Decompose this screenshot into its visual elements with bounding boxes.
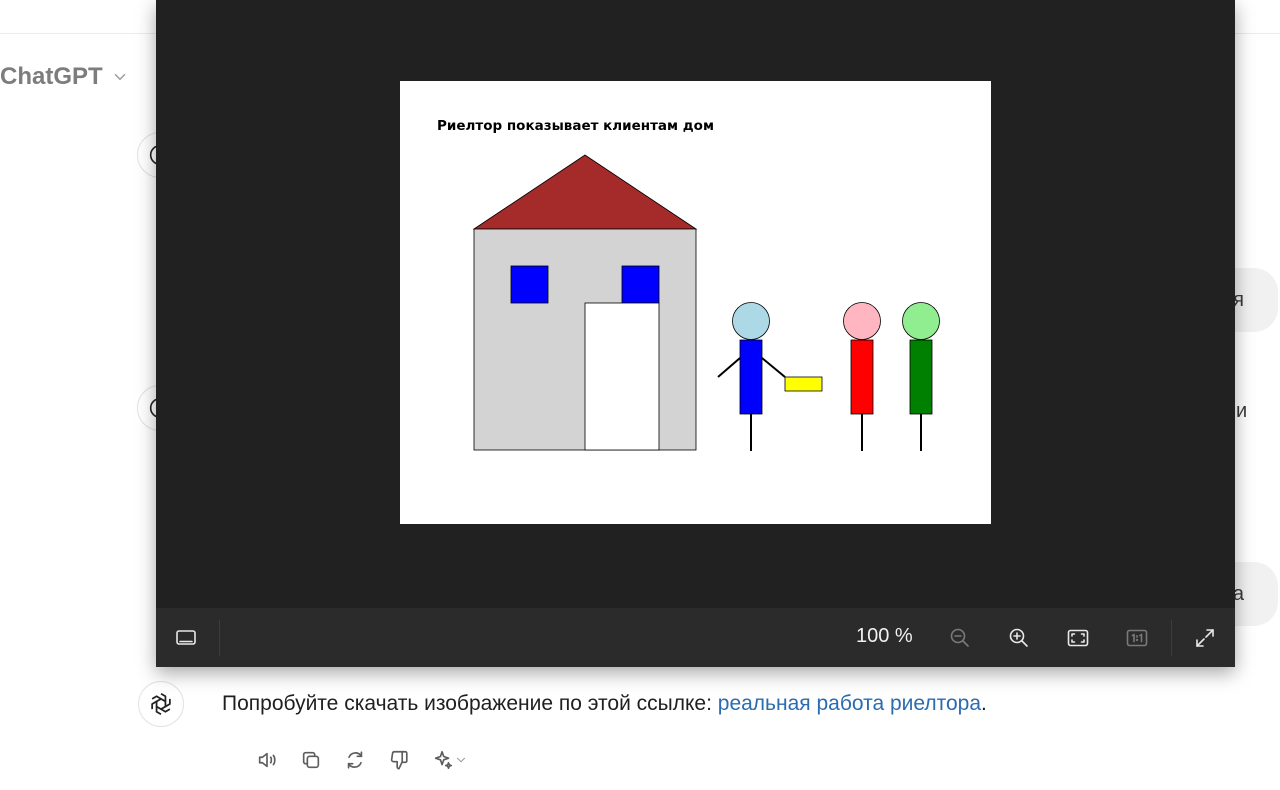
chevron-down-icon xyxy=(456,757,466,763)
model-name: ChatGPT xyxy=(0,63,103,90)
drawing xyxy=(472,154,940,451)
actual-size-button[interactable] xyxy=(1121,622,1153,654)
zoom-out-icon xyxy=(950,628,969,647)
regenerate-button[interactable] xyxy=(340,745,370,775)
house-window-right xyxy=(621,265,660,304)
fit-to-window-icon xyxy=(1067,629,1089,647)
filmstrip-button[interactable] xyxy=(170,622,202,654)
zoom-in-button[interactable] xyxy=(1003,622,1035,654)
regenerate-icon xyxy=(347,751,363,769)
displayed-image: Риелтор показывает клиентам дом xyxy=(400,81,991,524)
message-actions xyxy=(252,745,472,775)
zoom-out-button[interactable] xyxy=(944,622,976,654)
house-window-left xyxy=(510,265,549,304)
bad-response-button[interactable] xyxy=(384,745,414,775)
fullscreen-button[interactable] xyxy=(1189,622,1221,654)
zoom-level: 100 % xyxy=(856,625,913,647)
house-roof xyxy=(472,154,698,230)
chevron-down-icon xyxy=(114,74,125,80)
filmstrip-icon xyxy=(176,630,196,645)
model-switcher[interactable]: ChatGPT xyxy=(0,60,129,94)
copy-icon xyxy=(302,751,320,769)
viewer-canvas[interactable]: Риелтор показывает клиентам дом xyxy=(156,0,1235,608)
client-2-body xyxy=(909,339,933,415)
toolbar-divider xyxy=(219,620,220,656)
read-aloud-button[interactable] xyxy=(252,745,282,775)
answer-text: Попробуйте скачать изображение по этой с… xyxy=(222,692,718,715)
realtor-key xyxy=(784,376,823,392)
assistant-message-text: и xyxy=(1236,400,1248,422)
assistant-avatar xyxy=(138,681,184,727)
fit-to-window-button[interactable] xyxy=(1062,622,1094,654)
openai-logo-icon xyxy=(151,692,171,716)
sparkle-icon xyxy=(434,750,453,770)
realtor-body xyxy=(739,339,763,415)
client-2-head xyxy=(902,302,940,340)
assistant-message: Попробуйте скачать изображение по этой с… xyxy=(222,692,987,716)
toolbar-divider xyxy=(1171,620,1172,656)
realtor-head xyxy=(732,302,770,340)
viewer-toolbar: 100 % xyxy=(156,608,1235,667)
copy-button[interactable] xyxy=(296,745,326,775)
model-options-button[interactable] xyxy=(428,745,472,775)
image-link[interactable]: реальная работа риелтора xyxy=(718,692,981,715)
image-title: Риелтор показывает клиентам дом xyxy=(437,118,714,134)
fullscreen-icon xyxy=(1196,629,1214,647)
client-1-head xyxy=(843,302,881,340)
realtor-arm-left xyxy=(717,357,741,378)
actual-size-icon xyxy=(1126,629,1148,647)
answer-period: . xyxy=(981,692,987,715)
house-door xyxy=(584,302,660,451)
zoom-in-icon xyxy=(1009,628,1028,647)
speaker-icon xyxy=(258,752,276,768)
image-viewer: Риелтор показывает клиентам дом 100 % xyxy=(156,0,1235,667)
realtor-arm-right xyxy=(761,357,786,378)
client-1-body xyxy=(850,339,874,415)
thumbs-down-icon xyxy=(390,750,408,770)
